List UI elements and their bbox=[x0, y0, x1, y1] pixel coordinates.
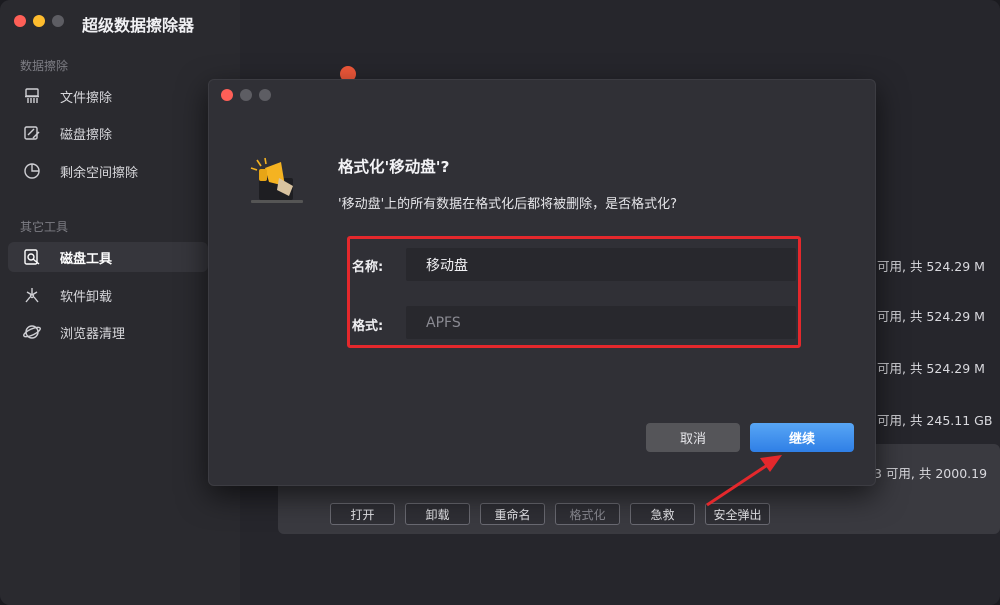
sidebar-item-label: 软件卸载 bbox=[60, 289, 113, 305]
sidebar-item-label: 磁盘工具 bbox=[60, 251, 113, 267]
sidebar-item-disk-erase[interactable]: 磁盘擦除 bbox=[8, 118, 208, 148]
sidebar-item-free-space-erase[interactable]: 剩余空间擦除 bbox=[8, 156, 208, 186]
sidebar-item-disk-tool[interactable]: 磁盘工具 bbox=[8, 242, 208, 272]
dialog-zoom-button bbox=[259, 89, 271, 101]
sidebar-item-label: 文件擦除 bbox=[60, 90, 113, 106]
dialog-minimize-button bbox=[240, 89, 252, 101]
dialog-window-controls bbox=[221, 89, 271, 101]
drive-capacity-4: 可用, 共 245.11 GB bbox=[877, 413, 993, 428]
disk-tool-icon bbox=[22, 247, 42, 267]
format-field[interactable]: APFS bbox=[406, 306, 796, 339]
rename-button[interactable]: 重命名 bbox=[480, 503, 545, 525]
app-title: 超级数据擦除器 bbox=[82, 16, 195, 35]
sidebar-item-uninstall[interactable]: 软件卸载 bbox=[8, 280, 208, 310]
drive-capacity-3: 可用, 共 524.29 M bbox=[877, 361, 985, 376]
format-button[interactable]: 格式化 bbox=[555, 503, 620, 525]
globe-icon bbox=[22, 322, 42, 342]
app-window: 超级数据擦除器 数据擦除 文件擦除 磁盘擦除 剩余空间擦除 其它工具 磁盘工具 … bbox=[0, 0, 1000, 605]
name-label: 名称: bbox=[352, 260, 384, 275]
format-label: 格式: bbox=[352, 319, 384, 334]
dialog-close-button[interactable] bbox=[221, 89, 233, 101]
sidebar-item-label: 剩余空间擦除 bbox=[60, 165, 139, 181]
window-controls bbox=[14, 15, 64, 27]
zoom-window-button[interactable] bbox=[52, 15, 64, 27]
format-dialog: 格式化'移动盘'? '移动盘'上的所有数据在格式化后都将被删除，是否格式化? 名… bbox=[208, 79, 876, 486]
sidebar-item-browser-clean[interactable]: 浏览器清理 bbox=[8, 317, 208, 347]
safe-eject-button[interactable]: 安全弹出 bbox=[705, 503, 770, 525]
first-aid-button[interactable]: 急救 bbox=[630, 503, 695, 525]
megaphone-icon bbox=[249, 156, 305, 204]
sidebar: 超级数据擦除器 数据擦除 文件擦除 磁盘擦除 剩余空间擦除 其它工具 磁盘工具 … bbox=[0, 0, 240, 605]
continue-button[interactable]: 继续 bbox=[750, 423, 854, 452]
minimize-window-button[interactable] bbox=[33, 15, 45, 27]
sidebar-item-label: 磁盘擦除 bbox=[60, 127, 113, 143]
pie-chart-icon bbox=[22, 161, 42, 181]
drive-capacity-5: 3 可用, 共 2000.19 bbox=[874, 466, 988, 481]
dialog-message: '移动盘'上的所有数据在格式化后都将被删除，是否格式化? bbox=[338, 197, 678, 212]
sidebar-item-file-erase[interactable]: 文件擦除 bbox=[8, 81, 208, 111]
section-label-other-tools: 其它工具 bbox=[20, 220, 69, 234]
cancel-button[interactable]: 取消 bbox=[646, 423, 740, 452]
close-window-button[interactable] bbox=[14, 15, 26, 27]
dialog-title: 格式化'移动盘'? bbox=[338, 158, 450, 176]
section-label-data-erase: 数据擦除 bbox=[20, 59, 69, 73]
uninstall-icon bbox=[22, 285, 42, 305]
sidebar-item-label: 浏览器清理 bbox=[60, 326, 126, 342]
open-button[interactable]: 打开 bbox=[330, 503, 395, 525]
drive-capacity-2: 可用, 共 524.29 M bbox=[877, 309, 985, 324]
unmount-button[interactable]: 卸载 bbox=[405, 503, 470, 525]
name-input[interactable] bbox=[406, 248, 796, 281]
drive-capacity-1: 可用, 共 524.29 M bbox=[877, 259, 985, 274]
shredder-icon bbox=[22, 86, 42, 106]
disk-edit-icon bbox=[22, 123, 42, 143]
